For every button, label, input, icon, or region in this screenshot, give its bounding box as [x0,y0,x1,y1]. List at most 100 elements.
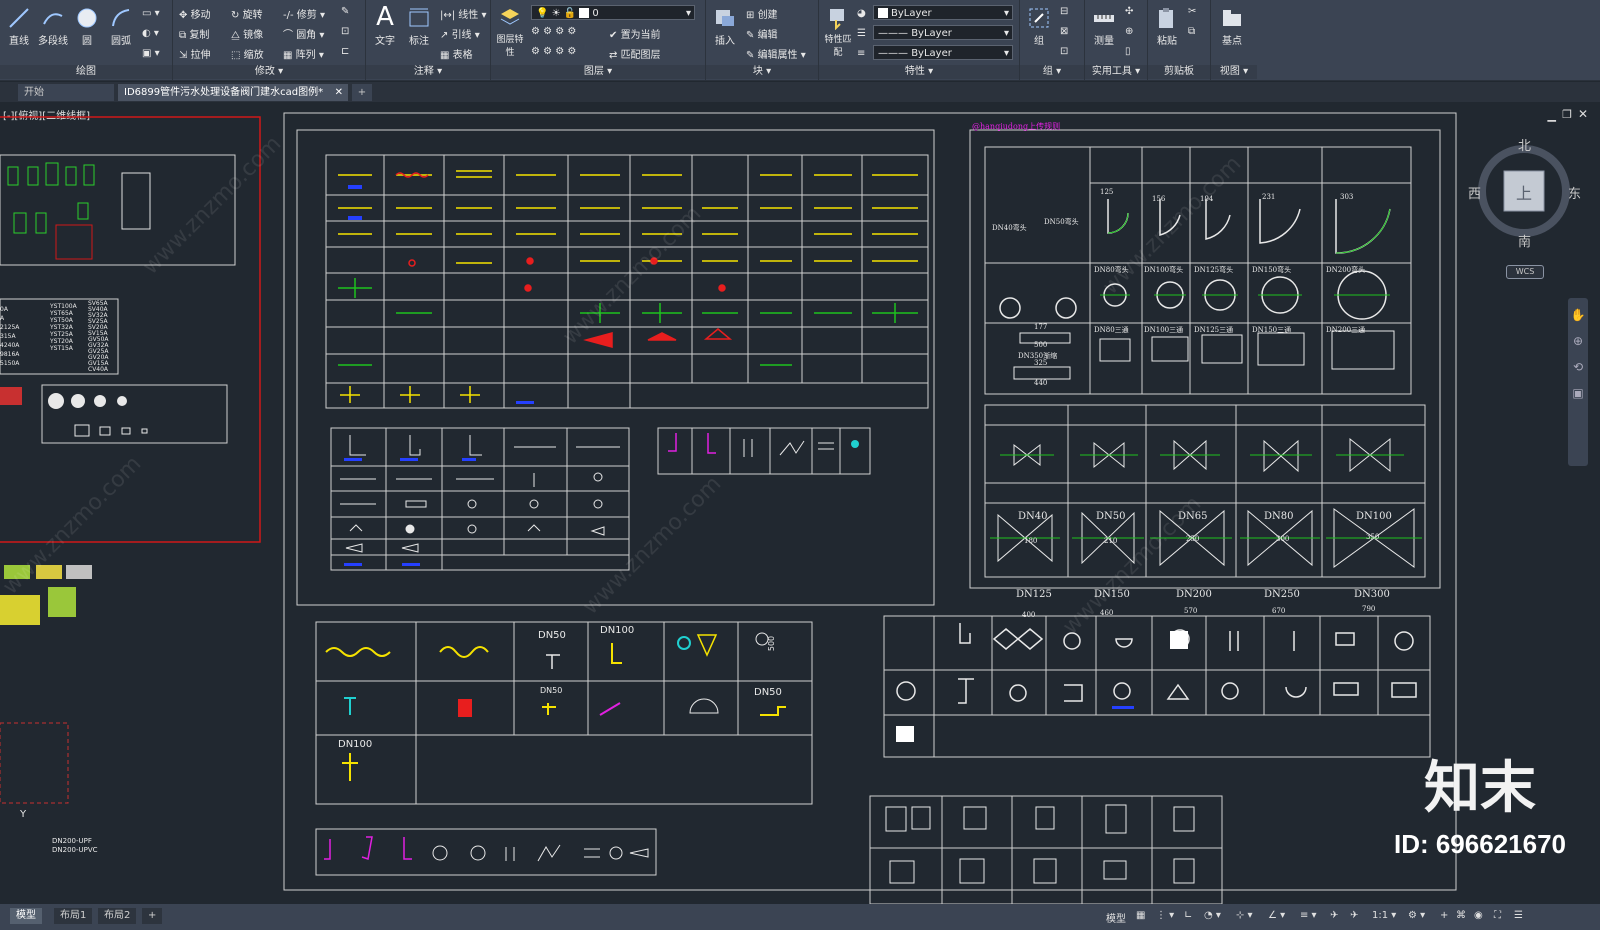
circle-tool[interactable]: 圆 [70,4,104,47]
match-properties-tool[interactable]: 特性匹配 [821,4,855,58]
wcs-dropdown[interactable]: WCS [1506,265,1544,279]
ungroup-tool[interactable]: ⊟ [1060,6,1068,17]
set-current-tool[interactable]: ✔ 置为当前 [609,26,661,41]
copy-clip-icon[interactable]: ⧉ [1188,26,1195,37]
ortho-icon[interactable]: ∟ [1184,910,1192,921]
polyline-tool[interactable]: 多段线 [36,4,70,47]
text-tool[interactable]: A 文字 [368,2,402,47]
insert-tool[interactable]: 插入 [708,4,742,47]
measure-tool[interactable]: 测量 [1087,4,1121,47]
calc-tool[interactable]: ⊕ [1125,26,1133,37]
rotate-tool[interactable]: ↻ 旋转 [231,6,263,21]
grid-icon[interactable]: ▦ [1136,910,1145,921]
otrack-icon[interactable]: ∠ ▾ [1268,910,1285,921]
new-tab-button[interactable]: + [352,84,372,101]
viewcube-north[interactable]: 北 [1518,135,1531,154]
edit-block-tool[interactable]: ✎ 编辑 [746,26,778,41]
point-tool[interactable]: ✣ [1125,6,1133,17]
left-red-block [0,387,22,405]
viewcube-top-face[interactable]: 上 [1516,180,1532,204]
trim-label: 修剪 [296,10,317,21]
edit-attr-tool[interactable]: ✎ 编辑属性 ▾ [746,46,806,61]
layout-tab-1[interactable]: 布局1 [54,908,93,924]
layer-tools-row2[interactable]: ⚙ ⚙ ⚙ ⚙ [531,46,576,57]
close-icon[interactable]: ✕ [335,84,343,101]
fullscreen-icon[interactable]: ⛶ [1494,910,1501,921]
layout-tab-model[interactable]: 模型 [10,908,42,924]
pan-icon[interactable]: ✋ [1568,308,1588,322]
fillet-tool[interactable]: ⌒ 圆角 ▾ [283,26,324,41]
add-layout-button[interactable]: + [142,908,163,924]
layer-tools-row1[interactable]: ⚙ ⚙ ⚙ ⚙ [531,26,576,37]
color-wheel-icon[interactable]: ◕ [857,8,866,19]
create-block-label: 创建 [757,10,778,21]
line-tool[interactable]: 直线 [2,4,36,47]
viewcube-west[interactable]: 西 [1468,183,1481,202]
left-symbols-frame [41,384,228,444]
navigation-bar[interactable]: ✋ ⊕ ⟲ ▣ [1568,298,1588,466]
layer-dropdown[interactable]: 💡 ☀ 🔓 0 ▾ [531,5,695,20]
valve-table-lines [985,405,1425,577]
hardware-accel-icon[interactable]: ⌘ [1456,910,1466,921]
id-tool[interactable]: ▯ [1125,46,1131,57]
showmotion-icon[interactable]: ▣ [1568,386,1588,400]
dimension-tool[interactable]: 标注 [402,4,436,47]
workspace-gear-icon[interactable]: ⚙ ▾ [1408,910,1425,921]
table-tool[interactable]: ▦ 表格 [440,46,473,61]
array-tool[interactable]: ▦ 阵列 ▾ [283,46,324,61]
snap-icon[interactable]: ⋮ ▾ [1156,910,1174,921]
mirror-tool[interactable]: ⧋ 镜像 [231,26,263,41]
stretch-tool[interactable]: ⇲ 拉伸 [179,46,211,61]
valve-header-dn125: DN125 [1016,589,1052,600]
explode-tool[interactable]: ⊡ [341,26,349,37]
lower-symbol-dn100b [342,753,358,781]
viewcube[interactable]: 北 南 西 东 上 WCS [1468,135,1590,285]
cut-icon[interactable]: ✂ [1188,6,1196,17]
paste-tool[interactable]: 粘贴 [1150,4,1184,47]
linear-tool[interactable]: |↔| 线性 ▾ [440,6,487,21]
annotation-visibility-icon[interactable]: ✈ [1330,910,1338,921]
drawing-canvas[interactable]: [-][俯视][二维线框] ▁ ❐ ✕ @hanqiudong上传规则 DN40… [0,103,1600,904]
orbit-icon[interactable]: ⟲ [1568,360,1588,374]
group-edit-tool[interactable]: ⊠ [1060,26,1068,37]
edit-block-label: 编辑 [757,30,778,41]
linetype-dropdown[interactable]: ——— ByLayer ▾ [873,25,1013,40]
zoom-icon[interactable]: ⊕ [1568,334,1588,348]
lineweight-toggle-icon[interactable]: ≡ ▾ [1300,910,1317,921]
lower-symbol-magenta-line [599,702,621,716]
viewcube-south[interactable]: 南 [1518,231,1531,250]
annotation-scale-icon[interactable]: ✈ [1350,910,1358,921]
model-space-button[interactable]: 模型 [1106,910,1126,925]
rect-tool[interactable]: ▭ ▾ [142,8,160,19]
move-tool[interactable]: ✥ 移动 [179,6,211,21]
viewcube-east[interactable]: 东 [1568,183,1581,202]
trim-tool[interactable]: -/- 修剪 ▾ [283,6,325,21]
annotation-scale[interactable]: 1:1 ▾ [1372,910,1396,921]
group-tool[interactable]: 组 [1022,4,1056,47]
scale-tool[interactable]: ⬚ 缩放 [231,46,264,61]
color-dropdown[interactable]: ByLayer ▾ [873,5,1013,20]
osnap-icon[interactable]: ⊹ ▾ [1236,910,1253,921]
customize-icon[interactable]: ☰ [1514,910,1523,921]
polar-icon[interactable]: ◔ ▾ [1204,910,1221,921]
lineweight-dropdown[interactable]: ——— ByLayer ▾ [873,45,1013,60]
erase-tool[interactable]: ✎ [341,6,349,17]
copy-tool[interactable]: ⧉ 复制 [179,26,209,41]
group-select-tool[interactable]: ⊡ [1060,46,1068,57]
base-point-tool[interactable]: 基点 [1215,4,1249,47]
arc-tool[interactable]: 圆弧 [104,4,138,47]
layout-tab-2[interactable]: 布局2 [98,908,137,924]
hatch-tool[interactable]: ◐ ▾ [142,28,159,39]
lineweight-icon[interactable]: ≡ [857,48,865,59]
isolate-icon[interactable]: ◉ [1474,910,1483,921]
layer-properties-tool[interactable]: 图层特性 [493,4,527,58]
tab-drawing[interactable]: ID6899管件污水处理设备阀门建水cad图例* ✕ [118,84,348,101]
create-block-tool[interactable]: ⊞ 创建 [746,6,778,21]
match-layer-tool[interactable]: ⇄ 匹配图层 [609,46,661,61]
offset-tool[interactable]: ⊏ [341,46,349,57]
leader-tool[interactable]: ↗ 引线 ▾ [440,26,480,41]
region-tool[interactable]: ▣ ▾ [142,48,160,59]
linetype-icon[interactable]: ☰ [857,28,866,39]
add-icon[interactable]: + [1440,910,1448,921]
tab-start[interactable]: 开始 [18,84,114,101]
